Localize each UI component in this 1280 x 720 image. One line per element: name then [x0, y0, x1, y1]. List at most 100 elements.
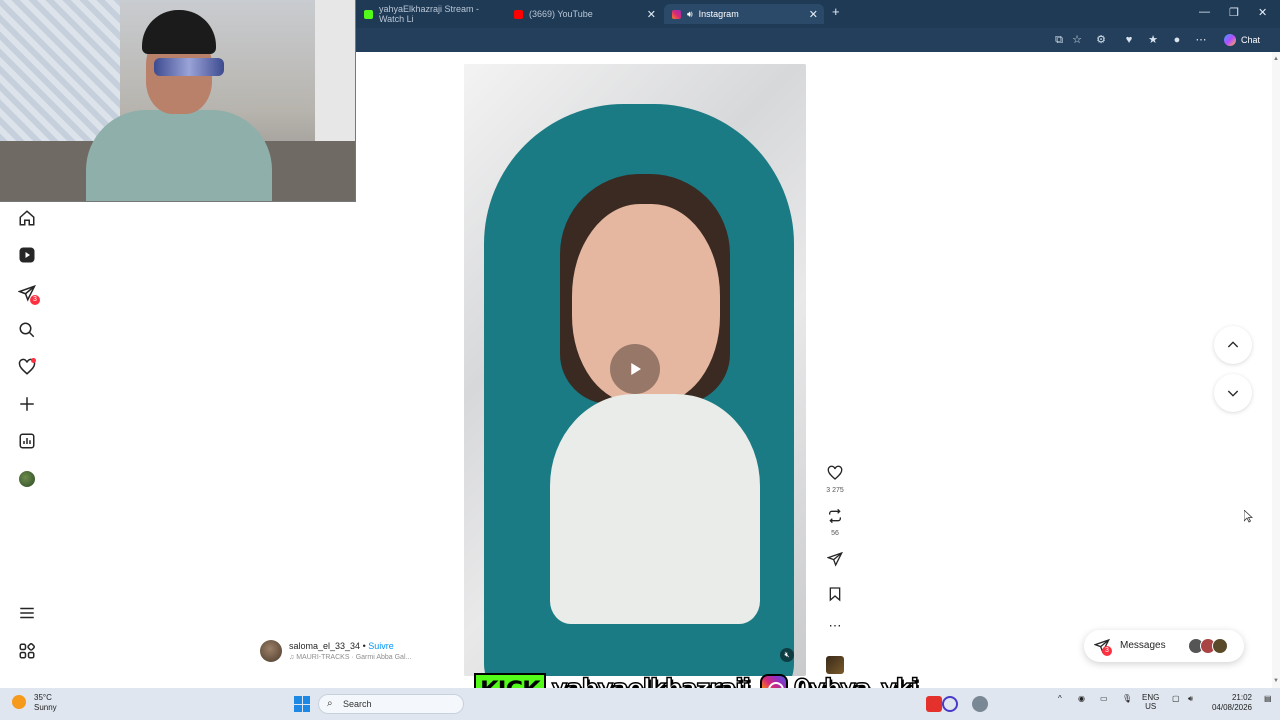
sun-icon [12, 695, 26, 709]
minimize-icon[interactable]: — [1199, 6, 1210, 18]
home-icon[interactable] [18, 209, 36, 227]
like-count: 3 275 [826, 487, 844, 494]
messages-badge: 3 [30, 295, 40, 305]
previous-reel-button[interactable] [1214, 326, 1252, 364]
bookmark-icon [829, 587, 841, 602]
extensions-icon[interactable]: ⚙ [1094, 33, 1108, 47]
copilot-chat-button[interactable]: Chat [1223, 32, 1260, 48]
page-scrollbar[interactable]: ▲ ▼ [1272, 52, 1280, 688]
microphone-icon[interactable]: 🎙︎ [1122, 694, 1132, 703]
more-menu-icon[interactable] [18, 604, 36, 622]
notifications-icon[interactable]: ▤ [1264, 694, 1272, 703]
share-action[interactable] [824, 551, 846, 572]
windows-taskbar: 35°C Sunny ⌕ Search ^ ◉ ▭ 🎙︎ ENG US ▢ 🔊︎… [0, 688, 1280, 720]
profile-avatar-icon[interactable] [18, 470, 36, 488]
streamer-jacket [86, 110, 272, 201]
messages-send-icon: 3 [1093, 638, 1112, 656]
reel-author: saloma_el_33_34 • Suivre ♫ MAURI-TRACKS … [260, 640, 460, 666]
instagram-favicon-icon [672, 9, 681, 19]
favorite-star-icon[interactable]: ☆ [1070, 33, 1084, 47]
close-tab-icon[interactable]: ✕ [809, 8, 818, 21]
reels-icon[interactable] [18, 246, 36, 264]
tab-youtube[interactable]: (3669) YouTube ✕ [506, 4, 662, 24]
temperature: 35°C [34, 693, 52, 702]
author-avatar[interactable] [260, 640, 282, 662]
tab-label: Instagram [698, 9, 739, 19]
create-plus-icon[interactable] [18, 395, 36, 413]
audio-track-label: MAURI-TRACKS · Garmi Abba Gal... [296, 654, 412, 661]
mute-toggle-icon[interactable]: 🔇︎ [780, 648, 794, 662]
notifications-heart-icon[interactable] [18, 358, 36, 376]
mouse-cursor-icon [1244, 510, 1253, 523]
tray-overflow-icon[interactable]: ^ [1058, 694, 1062, 703]
restore-icon[interactable]: ❐ [1229, 6, 1239, 19]
follow-button[interactable]: Suivre [368, 641, 394, 651]
profile-icon[interactable]: ● [1170, 33, 1184, 47]
streamer-webcam [0, 0, 356, 202]
tab-kick[interactable]: yahyaElkhazraji Stream - Watch Li [356, 4, 506, 24]
chat-label: Chat [1240, 35, 1260, 45]
more-options-icon[interactable]: ⋯ [1194, 33, 1208, 47]
next-reel-button[interactable] [1214, 374, 1252, 412]
open-app-icon[interactable]: ⧉ [1052, 33, 1066, 47]
windows-start-icon[interactable] [294, 696, 310, 712]
kick-favicon-icon [364, 9, 373, 19]
dashboard-icon[interactable] [18, 432, 36, 450]
close-tab-icon[interactable]: ✕ [647, 8, 656, 21]
new-tab-icon[interactable]: + [832, 4, 840, 19]
streamer-figure [86, 10, 272, 201]
close-window-icon[interactable]: ✕ [1258, 6, 1267, 19]
save-action[interactable] [824, 586, 846, 607]
settings-icon[interactable] [972, 696, 988, 712]
scroll-down-arrow-icon[interactable]: ▼ [1273, 678, 1279, 684]
tray-app-icon[interactable]: ◉ [1078, 694, 1085, 703]
repost-count: 56 [831, 530, 839, 537]
search-placeholder: Search [343, 699, 372, 709]
audio-track[interactable]: ♫ MAURI-TRACKS · Garmi Abba Gal... [289, 654, 411, 661]
weather-widget[interactable]: 35°C Sunny [12, 693, 57, 713]
search-icon[interactable] [18, 321, 36, 339]
system-clock[interactable]: 21:02 04/08/2026 [1206, 693, 1252, 713]
streamer-hat [142, 10, 216, 54]
avatar [19, 471, 35, 487]
clock-date: 04/08/2026 [1211, 703, 1252, 712]
clock-time: 21:02 [1231, 693, 1252, 702]
network-icon[interactable]: ▢ [1172, 694, 1180, 703]
tab-label: (3669) YouTube [529, 9, 593, 19]
speaker-icon[interactable]: 🔊︎ [687, 9, 693, 20]
streamer-glasses [154, 58, 224, 76]
play-icon [631, 363, 641, 375]
repost-action[interactable]: 56 [824, 508, 846, 537]
assistant-icon[interactable] [942, 696, 958, 712]
repost-icon [829, 508, 841, 524]
tab-instagram[interactable]: 🔊︎ Instagram ✕ [664, 4, 824, 24]
messages-avatars [1188, 638, 1238, 654]
like-action[interactable]: 3 275 [824, 465, 846, 494]
direct-messages-icon[interactable]: 3 [18, 284, 40, 305]
webcam-window [315, 0, 355, 150]
author-username[interactable]: saloma_el_33_34 [289, 641, 360, 651]
scroll-up-arrow-icon[interactable]: ▲ [1273, 56, 1279, 62]
play-button[interactable] [610, 344, 660, 394]
volume-icon[interactable]: 🔊︎ [1188, 694, 1193, 704]
youtube-favicon-icon [514, 9, 523, 19]
taskbar-search[interactable]: ⌕ Search [318, 694, 464, 714]
reel-video[interactable]: 🔇︎ [464, 64, 806, 676]
tab-label: yahyaElkhazraji Stream - Watch Li [379, 4, 480, 24]
white-scarf [550, 394, 760, 624]
more-options-icon[interactable]: ⋯ [824, 618, 846, 634]
messages-label: Messages [1120, 640, 1166, 651]
screen: yahyaElkhazraji Stream - Watch Li (3669)… [0, 0, 1280, 720]
copilot-icon [1223, 34, 1236, 46]
language-indicator[interactable]: ENG US [1142, 693, 1159, 711]
messages-pill-badge: 3 [1102, 646, 1112, 656]
chevron-up-icon [1227, 341, 1239, 348]
messages-pill[interactable]: 3 Messages [1084, 630, 1244, 662]
app-icon[interactable] [926, 696, 942, 712]
share-icon [826, 551, 843, 567]
favorites-icon[interactable]: ★ [1146, 33, 1160, 47]
tray-app-icon[interactable]: ▭ [1100, 694, 1108, 703]
also-from-meta-icon[interactable] [18, 642, 36, 660]
browser-essentials-icon[interactable]: ♥ [1122, 33, 1136, 47]
chevron-down-icon [1227, 390, 1239, 397]
